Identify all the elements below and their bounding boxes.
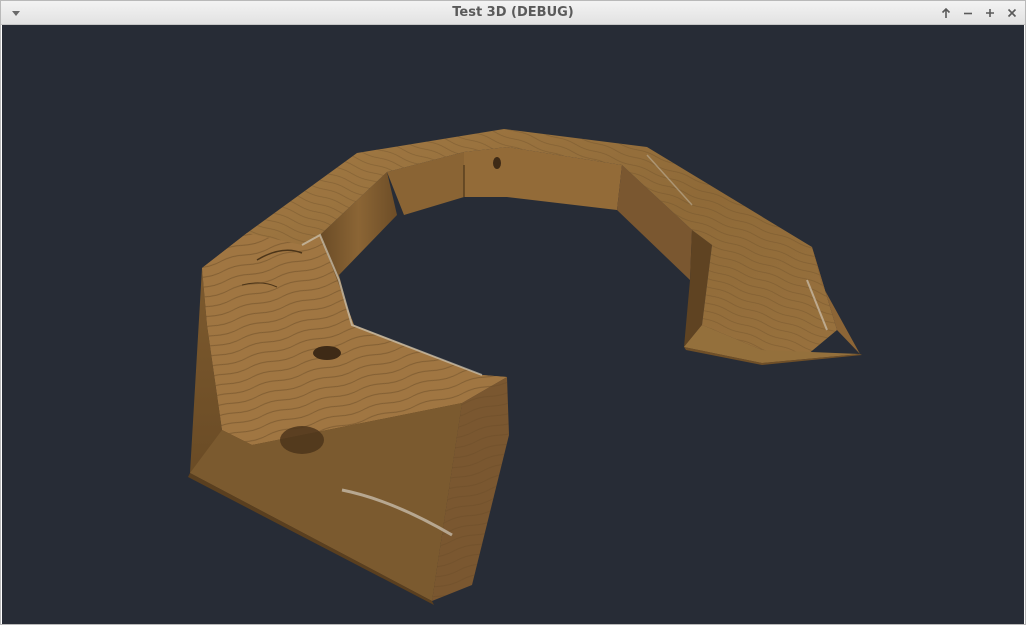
close-icon [1007,8,1017,18]
wood-knot-2 [280,426,324,454]
minus-icon [964,12,972,15]
window-title: Test 3D (DEBUG) [452,5,574,20]
render-viewport[interactable] [2,25,1024,624]
arrow-up-icon [941,7,951,18]
keep-above-button[interactable] [939,6,953,20]
app-window: Test 3D (DEBUG) [0,0,1026,625]
wood-knot-1 [313,346,341,360]
title-bar[interactable]: Test 3D (DEBUG) [1,1,1025,25]
wood-knot-3 [493,157,501,169]
wooden-ring-model [188,129,862,605]
maximize-button[interactable] [983,6,997,20]
close-button[interactable] [1005,6,1019,20]
minimize-button[interactable] [961,6,975,20]
plus-icon [986,9,994,17]
